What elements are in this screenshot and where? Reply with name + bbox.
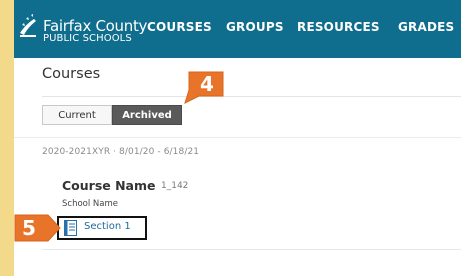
step-5-number: 5 (22, 216, 36, 240)
page-title: Courses (42, 66, 101, 82)
tabs-divider (14, 137, 461, 138)
brand-subtitle: PUBLIC SCHOOLS (43, 33, 132, 44)
tab-archived[interactable]: Archived (112, 105, 182, 125)
school-name: School Name (62, 199, 118, 209)
nav-courses[interactable]: COURSES (147, 20, 212, 34)
section-book-icon[interactable] (64, 220, 77, 236)
nav-grades[interactable]: GRADES (398, 20, 454, 34)
tab-current[interactable]: Current (42, 105, 112, 125)
fcps-logo-icon (20, 14, 36, 37)
step-4-number: 4 (200, 72, 214, 96)
nav-groups[interactable]: GROUPS (226, 20, 284, 34)
course-name[interactable]: Course Name (62, 178, 156, 193)
course-divider (42, 249, 461, 250)
section-link[interactable]: Section 1 (84, 221, 131, 232)
top-navigation-bar: Fairfax County PUBLIC SCHOOLS COURSES GR… (14, 0, 461, 58)
nav-resources[interactable]: RESOURCES (297, 20, 380, 34)
term-dates: 2020-2021XYR · 8/01/20 - 6/18/21 (42, 147, 200, 157)
title-divider (42, 96, 461, 97)
course-code: 1_142 (161, 181, 189, 191)
